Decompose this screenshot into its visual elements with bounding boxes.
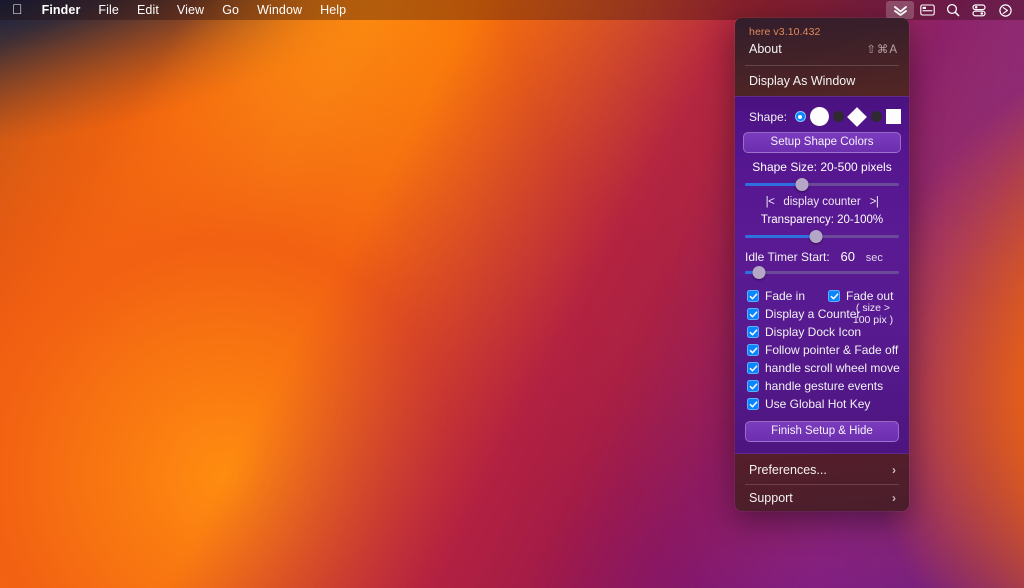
menu-item-preferences[interactable]: Preferences... › — [735, 460, 909, 481]
idle-timer-slider-track — [745, 271, 899, 274]
shape-option-circle-large[interactable] — [809, 107, 829, 126]
checkbox-gesture-events-label: handle gesture events — [765, 379, 884, 393]
counter-next-button[interactable]: >| — [870, 196, 879, 208]
menu-bar-status-items — [886, 0, 1018, 20]
shape-option-radio[interactable] — [795, 111, 806, 122]
display-as-window-label: Display As Window — [749, 74, 856, 88]
setup-section: Shape: Setup Shape Colors Shape Size: 20… — [735, 96, 909, 454]
support-label: Support — [749, 491, 793, 505]
control-center-icon[interactable] — [966, 0, 992, 20]
menu-item-view[interactable]: View — [168, 0, 213, 20]
counter-prev-button[interactable]: |< — [766, 196, 775, 208]
checkbox-fade-in-label: Fade in — [765, 289, 806, 303]
idle-timer-unit: sec — [865, 252, 883, 264]
shape-size-slider-fill — [745, 183, 802, 186]
checkbox-global-hot-key-label: Use Global Hot Key — [765, 397, 871, 411]
shape-option-circle-dark-2[interactable] — [871, 111, 883, 122]
checkbox-display-a-counter-box[interactable] — [747, 308, 759, 320]
menu-item-help[interactable]: Help — [311, 0, 355, 20]
checkbox-gesture-events-box[interactable] — [747, 380, 759, 392]
options-checkbox-list: Fade in Fade out Display a Counter (siz… — [743, 281, 901, 415]
status-item-popover: here v3.10.432 About ⇧⌘A Display As Wind… — [735, 18, 909, 511]
menu-item-edit[interactable]: Edit — [128, 0, 168, 20]
checkbox-follow-pointer[interactable]: Follow pointer & Fade off — [747, 341, 901, 359]
checkbox-fade-out-box[interactable] — [828, 290, 841, 302]
checkbox-follow-pointer-label: Follow pointer & Fade off — [765, 343, 899, 357]
shape-size-slider[interactable] — [745, 178, 899, 191]
panel-footer-menu: Preferences... › Support › Quit ⌘Q — [735, 454, 909, 511]
about-shortcut: ⇧⌘A — [866, 44, 898, 56]
checkbox-fade-out[interactable]: Fade out — [828, 289, 893, 303]
menu-item-about[interactable]: About ⇧⌘A — [735, 39, 909, 60]
setup-shape-colors-button[interactable]: Setup Shape Colors — [743, 132, 901, 153]
screen-mirroring-icon[interactable] — [914, 0, 940, 20]
menu-bar:  Finder File Edit View Go Window Help — [0, 0, 1024, 20]
transparency-slider-thumb[interactable] — [809, 230, 823, 243]
transparency-slider-fill — [745, 235, 816, 238]
menu-separator-2 — [745, 484, 899, 485]
checkbox-display-dock-icon[interactable]: Display Dock Icon — [747, 323, 901, 341]
shape-option-diamond[interactable] — [847, 106, 868, 127]
idle-timer-row: Idle Timer Start: 60 sec — [743, 245, 901, 265]
checkbox-scroll-wheel[interactable]: handle scroll wheel move — [747, 359, 901, 377]
idle-timer-label: Idle Timer Start: — [745, 250, 830, 264]
shape-label: Shape: — [749, 109, 788, 124]
checkbox-global-hot-key-box[interactable] — [747, 398, 759, 410]
checkbox-display-a-counter[interactable]: Display a Counter ( size > 100 pix ) — [747, 302, 901, 326]
menu-item-file[interactable]: File — [89, 0, 128, 20]
shape-option-square[interactable] — [886, 109, 901, 124]
counter-nav-label: display counter — [783, 196, 861, 208]
finish-button-wrap: Finish Setup & Hide — [743, 415, 901, 442]
idle-timer-slider-thumb[interactable] — [752, 266, 766, 279]
menu-item-go[interactable]: Go — [213, 0, 248, 20]
about-label: About — [749, 42, 782, 56]
checkbox-fade-in[interactable]: Fade in — [747, 289, 805, 303]
menu-item-display-as-window[interactable]: Display As Window — [735, 71, 909, 92]
checkbox-fade-out-label: Fade out — [846, 289, 894, 303]
idle-timer-value[interactable]: 60 — [837, 249, 859, 264]
search-icon[interactable] — [940, 0, 966, 20]
menu-item-finder[interactable]: Finder — [33, 0, 90, 20]
checkbox-display-dock-icon-box[interactable] — [747, 326, 759, 338]
apple-logo-icon[interactable]:  — [0, 0, 33, 19]
menu-item-window[interactable]: Window — [248, 0, 311, 20]
chevron-right-icon-support: › — [892, 491, 896, 505]
shape-option-circle-dark-1[interactable] — [832, 111, 844, 122]
shape-selector-row: Shape: — [743, 105, 901, 132]
app-version-label: here v3.10.432 — [749, 26, 821, 38]
menu-separator-1 — [745, 65, 899, 66]
siri-icon[interactable] — [992, 0, 1018, 20]
finish-setup-hide-button[interactable]: Finish Setup & Hide — [745, 421, 899, 442]
panel-content: here v3.10.432 About ⇧⌘A Display As Wind… — [735, 18, 909, 511]
checkbox-gesture-events[interactable]: handle gesture events — [747, 377, 901, 395]
counter-nav-row: |< display counter >| — [743, 193, 901, 209]
checkbox-display-dock-icon-label: Display Dock Icon — [765, 325, 862, 339]
menu-bar-left:  Finder File Edit View Go Window Help — [0, 0, 355, 20]
checkbox-follow-pointer-box[interactable] — [747, 344, 759, 356]
chevron-double-down-icon[interactable] — [886, 1, 914, 19]
transparency-slider[interactable] — [745, 230, 899, 243]
checkbox-scroll-wheel-label: handle scroll wheel move — [765, 361, 900, 375]
shape-size-slider-thumb[interactable] — [795, 178, 809, 191]
menu-item-support[interactable]: Support › — [735, 488, 909, 509]
transparency-label: Transparency: 20-100% — [760, 214, 884, 226]
checkbox-global-hot-key[interactable]: Use Global Hot Key — [747, 395, 901, 413]
counter-size-note-line1: ( size > — [855, 302, 891, 314]
idle-timer-slider[interactable] — [745, 266, 899, 279]
chevron-right-icon-preferences: › — [892, 463, 896, 477]
panel-top-menu: here v3.10.432 About ⇧⌘A Display As Wind… — [735, 18, 909, 96]
checkbox-fade-in-box[interactable] — [747, 290, 759, 302]
shape-size-label: Shape Size: 20-500 pixels — [752, 160, 892, 174]
preferences-label: Preferences... — [749, 463, 827, 477]
checkbox-scroll-wheel-box[interactable] — [747, 362, 759, 374]
